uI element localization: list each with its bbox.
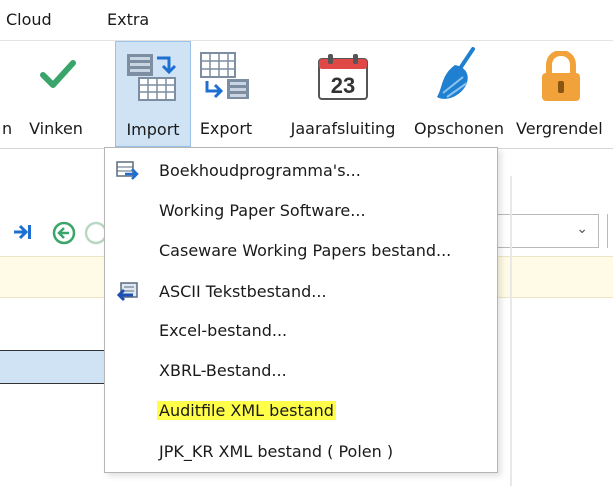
filter-combobox[interactable]: ⌄ — [497, 214, 599, 248]
export-label: Export — [199, 119, 253, 138]
goto-end-icon[interactable] — [12, 222, 34, 246]
menu-item-boekhoudprogrammas[interactable]: Boekhoudprogramma's... — [105, 152, 497, 190]
disabled-circle-icon — [84, 221, 108, 249]
menu-item-xbrl[interactable]: XBRL-Bestand... — [105, 352, 497, 390]
menu-item-label: Excel-bestand... — [159, 321, 288, 340]
vinken-label: Vinken — [29, 119, 83, 138]
calendar-day-text: 23 — [331, 73, 355, 98]
calendar-icon: 23 — [317, 53, 369, 105]
vergrendel-button[interactable]: Vergrendel — [514, 41, 613, 145]
menu-item-label: Working Paper Software... — [159, 201, 366, 220]
menu-item-label: Boekhoudprogramma's... — [159, 161, 361, 180]
import-dropdown-menu: Boekhoudprogramma's... Working Paper Sof… — [104, 147, 498, 473]
menu-item-caseware[interactable]: Caseware Working Papers bestand... — [105, 232, 497, 270]
ribbon-partial-label: n — [2, 119, 13, 138]
vergrendel-label: Vergrendel — [516, 119, 603, 138]
secondary-combobox-edge — [607, 214, 613, 248]
menu-item-excel[interactable]: Excel-bestand... — [105, 312, 497, 350]
menu-item-label: Caseware Working Papers bestand... — [159, 241, 452, 260]
import-button[interactable]: Import — [115, 41, 191, 147]
menu-item-ascii[interactable]: ASCII Tekstbestand... — [105, 273, 497, 311]
opschonen-label: Opschonen — [414, 119, 504, 138]
menu-cloud[interactable]: Cloud — [6, 10, 52, 29]
vinken-button[interactable]: Vinken — [18, 41, 94, 145]
jaarafsluiting-button[interactable]: 23 Jaarafsluiting — [283, 41, 403, 145]
menu-item-label: XBRL-Bestand... — [159, 361, 287, 380]
jaarafsluiting-label: Jaarafsluiting — [290, 119, 396, 138]
ribbon: n Vinken Import Export 23 Jaarafsluiting… — [0, 41, 613, 149]
checkmark-icon — [40, 59, 76, 95]
import-grid-icon — [125, 52, 179, 106]
menu-item-label: Auditfile XML bestand — [157, 401, 336, 420]
padlock-icon — [540, 49, 582, 107]
ascii-import-icon — [115, 281, 139, 307]
ribbon-partial-button[interactable]: n — [0, 41, 14, 145]
menu-item-auditfile-xml[interactable]: Auditfile XML bestand — [105, 392, 497, 430]
menu-item-jpk-kr[interactable]: JPK_KR XML bestand ( Polen ) — [105, 433, 497, 471]
import-label: Import — [126, 120, 180, 139]
menu-item-working-paper-software[interactable]: Working Paper Software... — [105, 192, 497, 230]
import-db-icon — [115, 160, 139, 186]
export-grid-icon — [199, 51, 253, 105]
menu-bar: Cloud Extra — [0, 0, 613, 40]
broom-icon — [433, 47, 483, 107]
export-button[interactable]: Export — [192, 41, 260, 145]
back-circle-icon[interactable] — [52, 221, 76, 249]
panel-edge — [510, 176, 512, 486]
menu-item-label: ASCII Tekstbestand... — [159, 282, 327, 301]
menu-extra[interactable]: Extra — [107, 10, 149, 29]
menu-item-label: JPK_KR XML bestand ( Polen ) — [159, 442, 394, 461]
opschonen-button[interactable]: Opschonen — [405, 41, 513, 145]
chevron-down-icon: ⌄ — [576, 221, 588, 237]
